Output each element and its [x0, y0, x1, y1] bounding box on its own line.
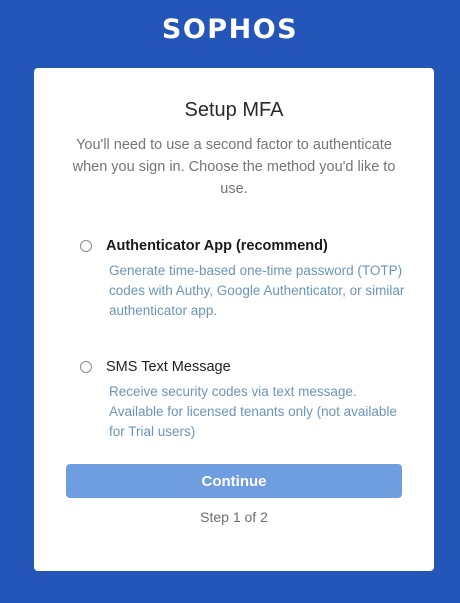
intro-text: You'll need to use a second factor to au…: [72, 137, 396, 197]
authenticator-app-description: Generate time-based one-time password (T…: [109, 263, 405, 318]
sms-text-message-description: Receive security codes via text message.…: [109, 384, 397, 439]
sophos-logo: SOPHOS: [161, 14, 299, 45]
step-indicator: Step 1 of 2: [200, 509, 268, 525]
authenticator-app-radio[interactable]: [80, 240, 92, 252]
page-title: Setup MFA: [184, 99, 284, 121]
sms-text-message-radio[interactable]: [80, 361, 92, 373]
setup-mfa-card: Setup MFA You'll need to use a second fa…: [34, 68, 434, 571]
continue-button[interactable]: Continue: [66, 464, 402, 498]
sms-text-message-label[interactable]: SMS Text Message: [106, 359, 231, 375]
authenticator-app-label[interactable]: Authenticator App (recommend): [106, 238, 328, 254]
